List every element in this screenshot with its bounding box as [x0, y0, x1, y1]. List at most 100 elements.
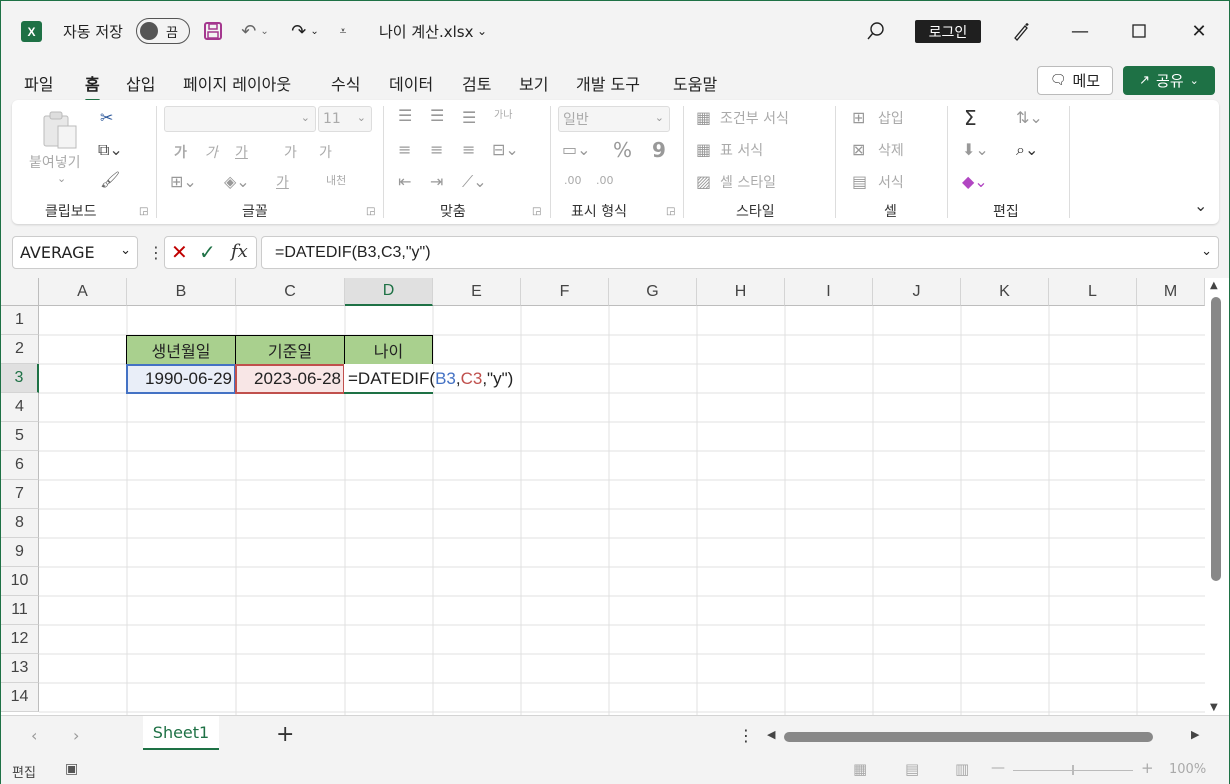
- page-layout-view-icon[interactable]: ▤: [905, 760, 919, 778]
- format-as-table-button[interactable]: 표 서식: [720, 140, 763, 160]
- column-header[interactable]: H: [697, 278, 785, 306]
- name-box[interactable]: AVERAGE ⌄: [12, 236, 138, 269]
- cell-b2[interactable]: 생년월일: [126, 335, 236, 365]
- cell-c2[interactable]: 기준일: [235, 335, 345, 365]
- row-header[interactable]: 10: [1, 567, 39, 596]
- font-name-combo[interactable]: ⌄: [164, 106, 316, 132]
- insert-function-icon[interactable]: fx: [231, 241, 248, 262]
- column-header[interactable]: C: [236, 278, 345, 306]
- row-header[interactable]: 8: [1, 509, 39, 538]
- autosum-icon[interactable]: Σ: [964, 106, 977, 130]
- font-size-combo[interactable]: 11 ⌄: [318, 106, 372, 132]
- add-sheet-icon[interactable]: +: [276, 722, 294, 747]
- cell-c3[interactable]: 2023-06-28: [235, 364, 345, 394]
- zoom-slider-thumb[interactable]: [1072, 765, 1074, 775]
- page-break-view-icon[interactable]: ▥: [955, 760, 969, 778]
- fill-icon[interactable]: ⬇⌄: [962, 140, 989, 159]
- column-header[interactable]: B: [127, 278, 236, 306]
- scroll-right-icon[interactable]: ▶: [1191, 728, 1199, 741]
- row-header[interactable]: 12: [1, 625, 39, 654]
- tab-page-layout[interactable]: 페이지 레이아웃: [183, 71, 291, 95]
- accounting-icon[interactable]: ▭⌄: [562, 140, 591, 159]
- row-header[interactable]: 14: [1, 683, 39, 712]
- alignment-launcher-icon[interactable]: ◲: [532, 206, 541, 217]
- comma-button[interactable]: 9: [652, 138, 666, 162]
- tab-insert[interactable]: 삽입: [126, 71, 155, 95]
- close-icon[interactable]: ✕: [1184, 17, 1214, 45]
- align-right-icon[interactable]: ≡: [462, 140, 475, 159]
- redo-icon[interactable]: ↷ ⌄: [285, 18, 325, 44]
- tab-file[interactable]: 파일: [24, 71, 53, 95]
- tab-help[interactable]: 도움말: [673, 71, 717, 95]
- align-center-icon[interactable]: ≡: [430, 140, 443, 159]
- autosave-toggle[interactable]: 끔: [136, 18, 190, 44]
- font-launcher-icon[interactable]: ◲: [366, 206, 375, 217]
- column-header[interactable]: L: [1049, 278, 1137, 306]
- orientation-icon[interactable]: ⟋⌄: [462, 172, 487, 192]
- scroll-left-icon[interactable]: ◀: [767, 728, 775, 741]
- accessibility-icon[interactable]: ▣: [65, 761, 78, 777]
- column-header[interactable]: M: [1137, 278, 1205, 306]
- zoom-in-icon[interactable]: +: [1141, 759, 1154, 777]
- paste-icon[interactable]: [42, 110, 78, 150]
- increase-indent-icon[interactable]: ⇥: [430, 172, 443, 191]
- row-header[interactable]: 6: [1, 451, 39, 480]
- row-header[interactable]: 7: [1, 480, 39, 509]
- tab-developer[interactable]: 개발 도구: [576, 71, 640, 95]
- number-launcher-icon[interactable]: ◲: [666, 206, 675, 217]
- cut-icon[interactable]: ✂: [100, 108, 113, 127]
- undo-icon[interactable]: ↶ ⌄: [235, 18, 275, 44]
- worksheet-grid[interactable]: A B C D E F G H I J K L M 1 2 3 4 5 6 7 …: [1, 278, 1229, 715]
- increase-font-button[interactable]: 가: [284, 142, 297, 162]
- zoom-out-icon[interactable]: —: [991, 760, 1005, 776]
- expand-formula-icon[interactable]: ⌄: [1201, 243, 1212, 259]
- wrap-text-button[interactable]: 가나: [494, 106, 512, 121]
- column-header[interactable]: F: [521, 278, 609, 306]
- column-header[interactable]: E: [433, 278, 521, 306]
- increase-decimal-button[interactable]: .00: [564, 174, 582, 187]
- minimize-icon[interactable]: —: [1065, 17, 1095, 45]
- font-color-button[interactable]: 가: [276, 172, 289, 192]
- zoom-level[interactable]: 100%: [1169, 762, 1206, 777]
- merge-icon[interactable]: ⊟⌄: [492, 140, 519, 159]
- decrease-indent-icon[interactable]: ⇤: [398, 172, 411, 191]
- chevron-down-icon[interactable]: ⌄: [57, 172, 66, 185]
- scroll-down-icon[interactable]: ▼: [1210, 702, 1218, 713]
- tab-data[interactable]: 데이터: [389, 71, 433, 95]
- vertical-scrollbar[interactable]: [1211, 297, 1221, 581]
- prev-sheet-icon[interactable]: ‹: [31, 726, 37, 745]
- row-header[interactable]: 4: [1, 393, 39, 422]
- enter-icon[interactable]: ✓: [199, 240, 216, 264]
- row-header[interactable]: 9: [1, 538, 39, 567]
- save-icon[interactable]: [201, 18, 225, 44]
- row-header[interactable]: 3: [1, 364, 39, 393]
- percent-button[interactable]: %: [613, 138, 632, 162]
- bold-button[interactable]: 가: [174, 142, 187, 162]
- select-all-corner[interactable]: [1, 278, 39, 306]
- collapse-ribbon-icon[interactable]: ⌄: [1194, 196, 1207, 215]
- customize-qat-icon[interactable]: ⩡: [335, 18, 351, 44]
- more-sheet-options-icon[interactable]: ⋮: [738, 726, 754, 745]
- delete-cells-button[interactable]: 삭제: [878, 140, 904, 160]
- cell-d3-editing[interactable]: =DATEDIF(B3, C3 ,"y"): [344, 364, 522, 394]
- tab-formulas[interactable]: 수식: [331, 71, 360, 95]
- column-header[interactable]: G: [609, 278, 697, 306]
- borders-icon[interactable]: ⊞⌄: [170, 172, 197, 191]
- column-header[interactable]: A: [39, 278, 127, 306]
- clear-icon[interactable]: ◆⌄: [962, 172, 988, 191]
- more-options-icon[interactable]: ⋮: [148, 243, 164, 262]
- comments-button[interactable]: 🗨 메모: [1037, 66, 1113, 95]
- sheet-tab[interactable]: Sheet1: [143, 716, 219, 750]
- share-button[interactable]: ↗ 공유 ⌄: [1123, 66, 1215, 95]
- login-button[interactable]: 로그인: [915, 20, 981, 43]
- fill-color-icon[interactable]: ◈⌄: [224, 172, 250, 191]
- cell-b3[interactable]: 1990-06-29: [126, 364, 236, 394]
- file-name[interactable]: 나이 계산.xlsx: [379, 21, 473, 42]
- row-header[interactable]: 2: [1, 335, 39, 364]
- cell-d2[interactable]: 나이: [344, 335, 433, 365]
- paste-label[interactable]: 붙여넣기: [29, 152, 81, 172]
- italic-button[interactable]: 가: [205, 142, 218, 162]
- scroll-up-icon[interactable]: ▲: [1210, 280, 1218, 291]
- format-cells-button[interactable]: 서식: [878, 172, 904, 192]
- search-icon[interactable]: [861, 17, 891, 45]
